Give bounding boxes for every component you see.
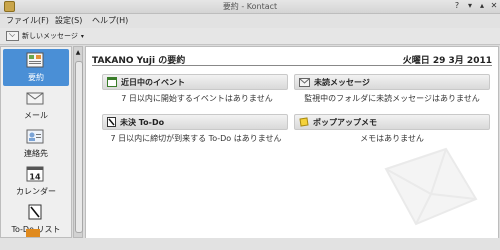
envelope-icon [6, 31, 19, 41]
menu-settings[interactable]: 設定(S) [55, 15, 82, 26]
title-bar: 要約 - Kontact ? ▾ ▴ ✕ [0, 0, 500, 14]
scroll-up-icon[interactable]: ▲ [75, 49, 81, 57]
window-title: 要約 - Kontact [222, 2, 278, 11]
chevron-down-icon[interactable]: ▾ [81, 33, 84, 40]
sidebar-item-label: 要約 [28, 73, 44, 82]
events-section-header: 近日中のイベント [102, 74, 288, 90]
todo-icon [107, 117, 116, 127]
mail-icon [26, 92, 44, 105]
sidebar-item-label: カレンダー [16, 187, 56, 196]
summary-icon [26, 52, 44, 68]
events-section-title: 近日中のイベント [121, 77, 185, 87]
sidebar-item-label: 連絡先 [24, 149, 48, 158]
notes-section-header: ポップアップメモ [294, 114, 490, 130]
scrollbar-thumb[interactable] [75, 61, 83, 233]
new-message-label: 新しいメッセージ [22, 32, 78, 40]
sidebar: 要約 メール 連絡先 14 カレンダー To-Do リスト [0, 46, 72, 238]
menu-bar: ファイル(F) 設定(S) ヘルプ(H) [0, 14, 500, 28]
menu-file[interactable]: ファイル(F) [6, 15, 49, 26]
todo-section-header: 未決 To-Do [102, 114, 288, 130]
new-message-button[interactable]: 新しいメッセージ ▾ [6, 30, 84, 42]
todo-section-title: 未決 To-Do [120, 117, 165, 127]
sidebar-item-mail[interactable]: メール [3, 87, 69, 124]
unread-section-title: 未読メッセージ [314, 77, 370, 87]
unread-section-header: 未読メッセージ [294, 74, 490, 90]
calendar-day: 14 [29, 173, 41, 182]
status-bar [0, 238, 500, 250]
todo-empty-text: 7 日以内に締切が到来する To-Do はありません [110, 134, 282, 143]
sidebar-item-label: メール [24, 111, 48, 120]
summary-view: TAKANO Yuji の要約 火曜日 29 3月 2011 近日中のイベント … [85, 46, 499, 239]
sidebar-item-calendar[interactable]: 14 カレンダー [3, 163, 69, 200]
kontact-watermark-icon [384, 147, 478, 226]
sidebar-scrollbar[interactable]: ▲ [73, 46, 83, 238]
header-divider [92, 65, 492, 66]
menu-help[interactable]: ヘルプ(H) [92, 15, 128, 26]
rss-feed-icon [26, 229, 40, 237]
sidebar-item-contacts[interactable]: 連絡先 [3, 125, 69, 162]
contacts-icon [26, 129, 44, 144]
sidebar-item-summary[interactable]: 要約 [3, 49, 69, 86]
calendar-icon: 14 [26, 166, 44, 182]
help-icon[interactable]: ? [452, 1, 462, 11]
close-icon[interactable]: ✕ [489, 1, 499, 11]
toolbar: 新しいメッセージ ▾ [0, 28, 500, 45]
mail-icon [299, 77, 310, 87]
events-empty-text: 7 日以内に開始するイベントはありません [121, 94, 273, 103]
todo-icon [28, 204, 42, 220]
calendar-icon [107, 77, 117, 87]
note-icon [299, 117, 309, 127]
maximize-icon[interactable]: ▴ [477, 1, 487, 11]
minimize-icon[interactable]: ▾ [465, 1, 475, 11]
notes-section-title: ポップアップメモ [313, 117, 377, 127]
unread-empty-text: 監視中のフォルダに未読メッセージはありません [304, 94, 480, 103]
